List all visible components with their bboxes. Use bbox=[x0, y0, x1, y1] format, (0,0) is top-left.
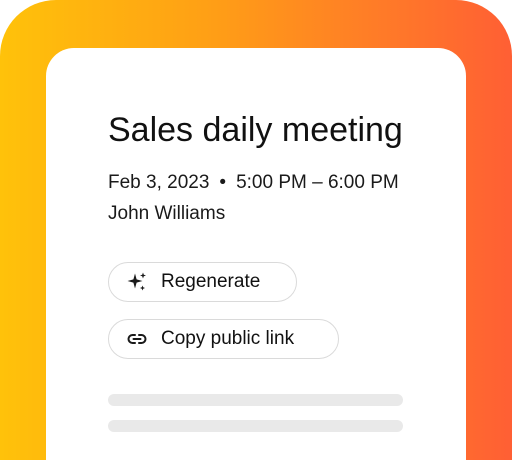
regenerate-label: Regenerate bbox=[161, 271, 261, 292]
skeleton-line bbox=[108, 394, 403, 406]
regenerate-button[interactable]: Regenerate bbox=[108, 262, 297, 302]
meeting-datetime: Feb 3, 2023 • 5:00 PM – 6:00 PM bbox=[108, 171, 399, 195]
copy-public-link-label: Copy public link bbox=[161, 328, 295, 349]
meeting-owner: John Williams bbox=[108, 203, 226, 224]
meeting-time: 5:00 PM – 6:00 PM bbox=[236, 172, 399, 193]
meeting-title: Sales daily meeting bbox=[108, 111, 403, 149]
copy-public-link-button[interactable]: Copy public link bbox=[108, 319, 339, 359]
skeleton-line bbox=[108, 420, 403, 432]
meeting-date: Feb 3, 2023 bbox=[108, 172, 210, 193]
link-icon bbox=[125, 327, 149, 351]
sparkles-icon bbox=[125, 270, 149, 294]
meeting-card: Sales daily meeting Feb 3, 2023 • 5:00 PM … bbox=[46, 48, 466, 468]
separator-dot: • bbox=[219, 172, 227, 193]
